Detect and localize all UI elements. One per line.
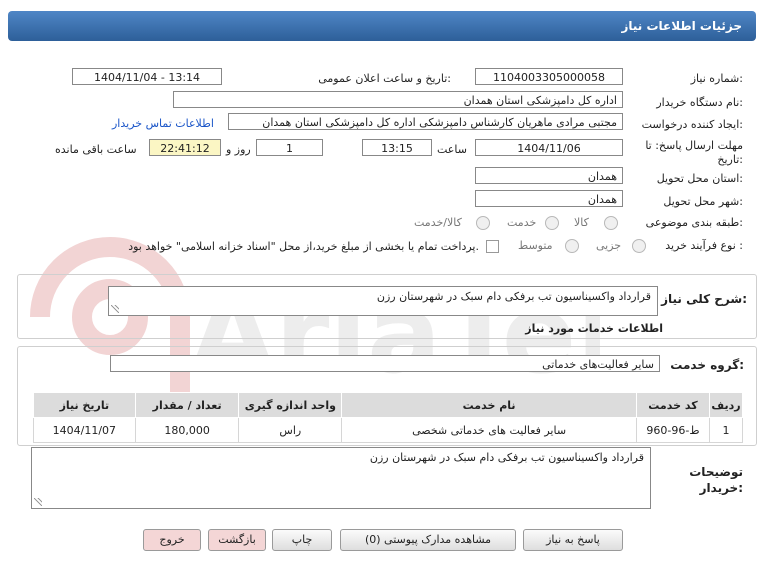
deadline-time-field: 13:15 bbox=[362, 139, 432, 156]
col-quantity: تعداد / مقدار bbox=[134, 392, 240, 418]
resize-grip-icon[interactable] bbox=[111, 305, 119, 313]
need-number-field: 1104003305000058 bbox=[475, 68, 623, 85]
treasury-payment-checkbox[interactable] bbox=[486, 240, 499, 253]
city-field: همدان bbox=[475, 190, 623, 207]
exit-button[interactable]: خروج bbox=[143, 529, 201, 551]
col-row-number: ردیف bbox=[708, 392, 744, 418]
print-button[interactable]: چاپ bbox=[272, 529, 332, 551]
back-button[interactable]: بازگشت bbox=[208, 529, 266, 551]
summary-textarea[interactable]: قرارداد واکسیناسیون تب برفکی دام سبک در … bbox=[108, 286, 658, 316]
remaining-time-field: 22:41:12 bbox=[149, 139, 221, 156]
province-field: همدان bbox=[475, 167, 623, 184]
purchase-option-medium: متوسط bbox=[518, 239, 553, 252]
need-number-label: شماره نیاز: bbox=[690, 72, 743, 85]
days-label: روز و bbox=[226, 143, 251, 156]
service-group-field: سایر فعالیت‌های خدماتی bbox=[110, 355, 660, 372]
attachments-button[interactable]: مشاهده مدارک پیوستی (0) bbox=[340, 529, 516, 551]
table-header-row: ردیف کد خدمت نام خدمت واحد اندازه گیری ت… bbox=[33, 392, 744, 418]
buyer-org-label: نام دستگاه خریدار: bbox=[656, 96, 743, 109]
summary-text: قرارداد واکسیناسیون تب برفکی دام سبک در … bbox=[376, 290, 651, 303]
category-radio-goods[interactable] bbox=[604, 216, 618, 230]
buyer-notes-label: توضیحات bbox=[689, 465, 743, 479]
deadline-label-date: تاریخ: bbox=[717, 153, 743, 166]
col-need-date: تاریخ نیاز bbox=[33, 392, 136, 418]
category-option-goods-service: کالا/خدمت bbox=[414, 216, 462, 229]
announce-date-field: 1404/11/04 - 13:14 bbox=[72, 68, 222, 85]
category-label: طبقه بندی موضوعی: bbox=[645, 216, 743, 229]
reply-button[interactable]: پاسخ به نیاز bbox=[523, 529, 623, 551]
category-radio-service[interactable] bbox=[545, 216, 559, 230]
remaining-time-label: ساعت باقی مانده bbox=[55, 143, 137, 156]
resize-grip-icon[interactable] bbox=[34, 498, 42, 506]
requester-label: ایجاد کننده درخواست: bbox=[641, 118, 743, 131]
buyer-contact-link[interactable]: اطلاعات تماس خریدار bbox=[112, 117, 214, 130]
category-option-service: خدمت bbox=[507, 216, 537, 229]
cell-service-name: سایر فعالیت های خدماتی شخصی bbox=[341, 417, 637, 443]
announce-date-label: تاریخ و ساعت اعلان عمومی: bbox=[318, 72, 451, 85]
cell-quantity: 180,000 bbox=[134, 417, 240, 443]
services-section-title: اطلاعات خدمات مورد نیاز bbox=[525, 322, 663, 335]
treasury-payment-note: پرداخت تمام یا بخشی از مبلغ خرید،از محل … bbox=[128, 240, 479, 253]
services-table: ردیف کد خدمت نام خدمت واحد اندازه گیری ت… bbox=[33, 392, 744, 443]
purchase-type-label: نوع فرآیند خرید : bbox=[665, 239, 743, 252]
cell-unit: راس bbox=[238, 417, 343, 443]
page-title: جزئیات اطلاعات نیاز bbox=[621, 19, 742, 33]
cell-service-code: ط-96-960 bbox=[635, 417, 710, 443]
requester-field: مجتبی مرادی ماهریان کارشناس دامپزشکی ادا… bbox=[228, 113, 623, 130]
category-radio-goods-service[interactable] bbox=[476, 216, 490, 230]
col-service-code: کد خدمت bbox=[635, 392, 710, 418]
table-row: 1 ط-96-960 سایر فعالیت های خدماتی شخصی ر… bbox=[33, 417, 744, 443]
page-header: جزئیات اطلاعات نیاز bbox=[8, 11, 756, 41]
deadline-label: مهلت ارسال پاسخ: تا bbox=[645, 139, 743, 152]
purchase-radio-medium[interactable] bbox=[565, 239, 579, 253]
buyer-org-field: اداره کل دامپزشکی استان همدان bbox=[173, 91, 623, 108]
col-service-name: نام خدمت bbox=[341, 392, 637, 418]
city-label: شهر محل تحویل: bbox=[663, 195, 743, 208]
category-option-goods: کالا bbox=[574, 216, 589, 229]
deadline-date-field: 1404/11/06 bbox=[475, 139, 623, 156]
province-label: استان محل تحویل: bbox=[656, 172, 743, 185]
purchase-radio-partial[interactable] bbox=[632, 239, 646, 253]
summary-label: شرح کلی نیاز: bbox=[661, 292, 747, 306]
cell-row-number: 1 bbox=[708, 417, 744, 443]
purchase-option-partial: جزیی bbox=[596, 239, 622, 252]
buyer-notes-text: قرارداد واکسیناسیون تب برفکی دام سبک در … bbox=[369, 451, 644, 464]
service-group-label: گروه خدمت: bbox=[670, 358, 744, 372]
cell-need-date: 1404/11/07 bbox=[33, 417, 136, 443]
col-unit: واحد اندازه گیری bbox=[238, 392, 343, 418]
buyer-notes-textarea[interactable]: قرارداد واکسیناسیون تب برفکی دام سبک در … bbox=[31, 447, 651, 509]
buyer-notes-label-2: خریدار: bbox=[699, 481, 743, 495]
deadline-time-label: ساعت bbox=[437, 143, 467, 156]
days-field: 1 bbox=[256, 139, 323, 156]
